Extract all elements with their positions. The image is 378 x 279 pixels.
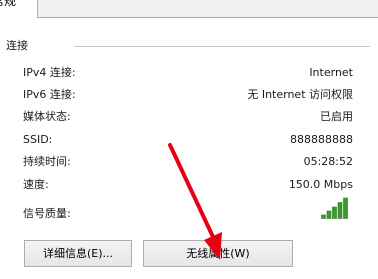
duration-value: 05:28:52: [303, 155, 353, 168]
ssid-label: SSID:: [23, 133, 53, 146]
signal-bar-3: [332, 206, 337, 219]
speed-label: 速度:: [23, 178, 49, 191]
section-divider: [74, 46, 370, 47]
media-state-value: 已启用: [320, 110, 353, 123]
details-button[interactable]: 详细信息(E)...: [24, 240, 132, 267]
ssid-value: 888888888: [290, 133, 353, 146]
signal-quality-label: 信号质量:: [23, 207, 71, 220]
tab-general-label: 常规: [0, 0, 17, 8]
speed-value: 150.0 Mbps: [288, 178, 353, 191]
signal-bar-4: [337, 202, 343, 219]
signal-bar-2: [326, 210, 332, 219]
tab-strip-border: [38, 17, 378, 18]
ipv4-connectivity-label: IPv4 连接:: [23, 66, 76, 79]
wireless-properties-button[interactable]: 无线属性(W): [143, 240, 293, 267]
tab-strip: [0, 0, 378, 18]
ipv6-connectivity-label: IPv6 连接:: [23, 88, 76, 101]
tab-general[interactable]: 常规: [0, 0, 38, 18]
signal-bar-5: [343, 197, 348, 219]
media-state-label: 媒体状态:: [23, 110, 71, 123]
connection-section-title: 连接: [6, 39, 28, 52]
signal-bars-icon: [321, 197, 348, 219]
ipv4-connectivity-value: Internet: [309, 66, 353, 79]
ipv6-connectivity-value: 无 Internet 访问权限: [247, 88, 353, 101]
signal-bar-1: [321, 214, 326, 219]
duration-label: 持续时间:: [23, 155, 71, 168]
